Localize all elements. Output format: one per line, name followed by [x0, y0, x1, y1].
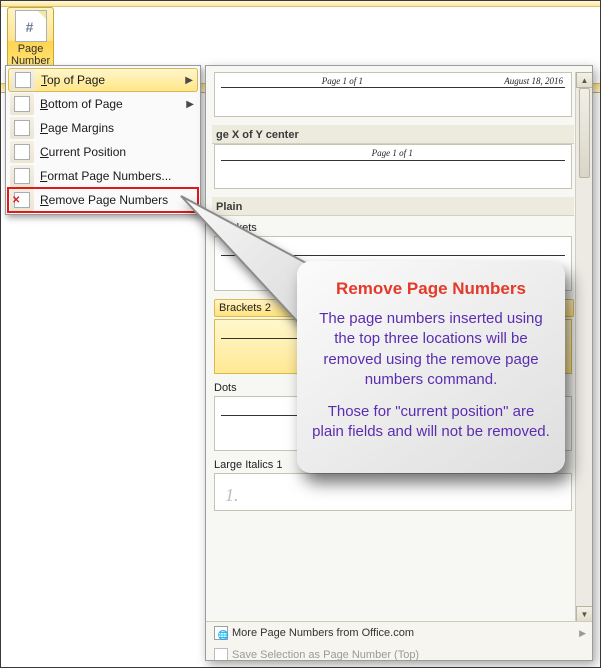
submenu-arrow-icon: ▶ [186, 99, 194, 110]
menu-format-page-numbers[interactable]: Format Page Numbers... [8, 164, 198, 188]
preview-right-text: August 18, 2016 [504, 76, 563, 86]
page-number-icon: # [15, 10, 47, 42]
menu-label: Top of Page [41, 73, 185, 87]
scroll-thumb[interactable] [579, 88, 590, 178]
menu-remove-page-numbers[interactable]: Remove Page Numbers [8, 188, 198, 212]
menu-current-position[interactable]: Current Position [8, 140, 198, 164]
preview-rule [221, 255, 565, 256]
office-online-icon: 🌐 [214, 626, 228, 640]
save-selection-icon [214, 648, 228, 661]
page-number-label-line1: Page [11, 43, 50, 55]
page-top-icon [15, 72, 31, 88]
callout-title: Remove Page Numbers [311, 279, 551, 299]
menu-label: Current Position [40, 145, 194, 159]
footer-label: Save Selection as Page Number (Top) [232, 649, 586, 661]
gallery-preview[interactable]: Page 1 of 1 August 18, 2016 [214, 72, 572, 117]
remove-page-numbers-icon [14, 192, 30, 208]
footer-label: More Page Numbers from Office.com [232, 627, 579, 639]
ribbon-tab-strip [1, 1, 600, 7]
menu-bottom-of-page[interactable]: Bottom of Page ▶ [8, 92, 198, 116]
gallery-category-plain: Plain [212, 197, 574, 216]
explainer-callout: Remove Page Numbers The page numbers ins… [297, 261, 565, 473]
preview-value: 1. [225, 485, 239, 506]
page-number-menu: Top of Page ▶ Bottom of Page ▶ Page Marg… [5, 65, 201, 215]
preview-center-text: Page 1 of 1 [372, 148, 413, 158]
menu-label: Page Margins [40, 121, 194, 135]
format-page-numbers-icon [14, 168, 30, 184]
preview-left-text: Page 1 of 1 [322, 76, 363, 86]
gallery-preview-large-italics[interactable]: 1. [214, 473, 572, 511]
menu-label: Format Page Numbers... [40, 169, 194, 183]
menu-top-of-page[interactable]: Top of Page ▶ [8, 68, 198, 92]
submenu-arrow-icon: ▶ [579, 628, 586, 639]
callout-paragraph: Those for "current position" are plain f… [311, 402, 551, 443]
gallery-preview[interactable]: Page 1 of 1 [214, 144, 572, 189]
preview-rule [221, 160, 565, 161]
gallery-scrollbar[interactable]: ▲ ▼ [575, 72, 592, 622]
callout-paragraph: The page numbers inserted using the top … [311, 309, 551, 390]
footer-save-selection: Save Selection as Page Number (Top) [206, 644, 592, 661]
page-margins-icon [14, 120, 30, 136]
current-position-icon [14, 144, 30, 160]
scroll-down-button[interactable]: ▼ [576, 606, 593, 622]
preview-rule [221, 87, 565, 88]
gallery-footer: 🌐 More Page Numbers from Office.com ▶ Sa… [206, 621, 592, 661]
menu-label: Remove Page Numbers [40, 193, 194, 207]
footer-more-from-office[interactable]: 🌐 More Page Numbers from Office.com ▶ [206, 622, 592, 644]
menu-page-margins[interactable]: Page Margins [8, 116, 198, 140]
submenu-arrow-icon: ▶ [185, 75, 193, 86]
gallery-item-label: Brackets [214, 222, 574, 234]
scroll-up-button[interactable]: ▲ [576, 72, 593, 88]
gallery-category: ge X of Y center [212, 125, 574, 144]
menu-label: Bottom of Page [40, 97, 186, 111]
page-bottom-icon [14, 96, 30, 112]
